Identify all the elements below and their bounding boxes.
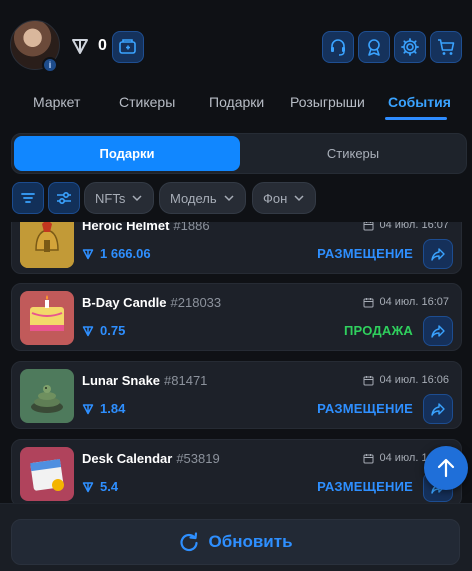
- calendar-icon: [363, 297, 374, 307]
- item-name: Lunar Snake #81471: [82, 373, 208, 388]
- chevron-down-icon: [294, 195, 304, 202]
- filter-nfts[interactable]: NFTs: [84, 182, 155, 214]
- sort-lines-icon: [21, 193, 35, 203]
- chevron-down-icon: [224, 195, 234, 202]
- top-header: i 0: [0, 0, 472, 86]
- calendar-icon: [363, 222, 374, 230]
- status-badge: РАЗМЕЩЕНИЕ: [317, 479, 413, 494]
- list-item[interactable]: Lunar Snake #81471 04 июл. 16:06 1.84 РАЗ…: [11, 361, 462, 429]
- filter-model-label: Модель: [170, 190, 217, 206]
- balance-value: 0: [98, 37, 107, 54]
- share-arrow-icon: [431, 248, 445, 261]
- open-item-button[interactable]: [423, 239, 453, 269]
- item-name: B-Day Candle #218033: [82, 295, 222, 310]
- segment-stickers[interactable]: Стикеры: [242, 136, 464, 171]
- item-thumbnail: [20, 222, 74, 268]
- achievements-button[interactable]: [358, 31, 390, 63]
- ton-icon: [82, 325, 94, 336]
- filter-bar: NFTs Модель Фон: [0, 182, 472, 214]
- item-thumbnail: [20, 291, 74, 345]
- sort-button[interactable]: [12, 182, 44, 214]
- support-button[interactable]: [322, 31, 354, 63]
- item-number: #81471: [164, 373, 208, 388]
- settings-button[interactable]: [394, 31, 426, 63]
- tab-stickers[interactable]: Стикеры: [119, 94, 175, 110]
- desk-calendar-image: [20, 447, 74, 501]
- ton-icon: [82, 403, 94, 414]
- item-date: 04 июл. 16:06: [363, 374, 449, 386]
- status-badge: ПРОДАЖА: [344, 323, 413, 338]
- item-number: #218033: [170, 295, 222, 310]
- refresh-label: Обновить: [208, 532, 293, 551]
- filter-nfts-label: NFTs: [95, 190, 126, 206]
- open-item-button[interactable]: [423, 316, 453, 346]
- cart-button[interactable]: [430, 31, 462, 63]
- tab-giveaways[interactable]: Розыгрыши: [290, 94, 365, 110]
- tab-market[interactable]: Маркет: [33, 94, 80, 110]
- refresh-icon: [180, 532, 199, 552]
- gift-sticker-switch: Подарки Стикеры: [11, 133, 467, 174]
- ton-icon: [82, 248, 94, 259]
- arrow-up-icon: [437, 458, 455, 478]
- list-item[interactable]: Desk Calendar #53819 04 июл. 16:06 5.4 РА…: [11, 439, 462, 507]
- item-name: Desk Calendar #53819: [82, 451, 220, 466]
- tab-gifts[interactable]: Подарки: [209, 94, 264, 110]
- item-thumbnail: [20, 369, 74, 423]
- headset-icon: [331, 39, 345, 56]
- chevron-down-icon: [132, 195, 142, 202]
- cart-icon: [438, 39, 455, 55]
- filter-model[interactable]: Модель: [159, 182, 246, 214]
- events-list: Heroic Helmet #1886 04 июл. 16:07 1 666.0…: [0, 222, 472, 512]
- share-arrow-icon: [431, 325, 445, 338]
- ton-balance: 0: [70, 36, 107, 56]
- filter-background-label: Фон: [263, 190, 288, 206]
- item-price: 1.84: [82, 401, 125, 416]
- active-tab-indicator: [385, 117, 447, 120]
- item-price: 5.4: [82, 479, 118, 494]
- wallet-plus-icon: [119, 39, 136, 54]
- calendar-icon: [363, 375, 374, 385]
- share-arrow-icon: [431, 403, 445, 416]
- item-name: Heroic Helmet #1886: [82, 222, 210, 233]
- item-thumbnail: [20, 447, 74, 501]
- wallet-add-button[interactable]: [112, 31, 144, 63]
- calendar-icon: [363, 453, 374, 463]
- main-tabs: Маркет Стикеры Подарки Розыгрыши События: [0, 86, 472, 122]
- medal-icon: [368, 39, 380, 56]
- status-badge: РАЗМЕЩЕНИЕ: [317, 246, 413, 261]
- scroll-to-top-button[interactable]: [424, 446, 468, 490]
- refresh-button[interactable]: Обновить: [11, 519, 460, 565]
- item-price: 1 666.06: [82, 246, 151, 261]
- ton-icon: [72, 39, 88, 54]
- birthday-candle-image: [20, 291, 74, 345]
- item-price: 0.75: [82, 323, 125, 338]
- item-number: #1886: [173, 222, 210, 233]
- list-item[interactable]: B-Day Candle #218033 04 июл. 16:07 0.75 П…: [11, 283, 462, 351]
- gear-icon: [401, 38, 419, 56]
- filter-settings-button[interactable]: [48, 182, 80, 214]
- filter-background[interactable]: Фон: [252, 182, 317, 214]
- helmet-image: [20, 222, 74, 268]
- sliders-icon: [57, 191, 71, 205]
- bottom-bar: Обновить: [0, 503, 472, 571]
- tab-events[interactable]: События: [388, 94, 451, 110]
- item-number: #53819: [176, 451, 220, 466]
- info-badge-icon[interactable]: i: [42, 57, 58, 73]
- segment-gifts[interactable]: Подарки: [14, 136, 240, 171]
- list-item[interactable]: Heroic Helmet #1886 04 июл. 16:07 1 666.0…: [11, 222, 462, 274]
- status-badge: РАЗМЕЩЕНИЕ: [317, 401, 413, 416]
- item-date: 04 июл. 16:07: [363, 296, 449, 308]
- lunar-snake-image: [20, 369, 74, 423]
- item-date: 04 июл. 16:07: [363, 222, 449, 231]
- ton-icon: [82, 481, 94, 492]
- open-item-button[interactable]: [423, 394, 453, 424]
